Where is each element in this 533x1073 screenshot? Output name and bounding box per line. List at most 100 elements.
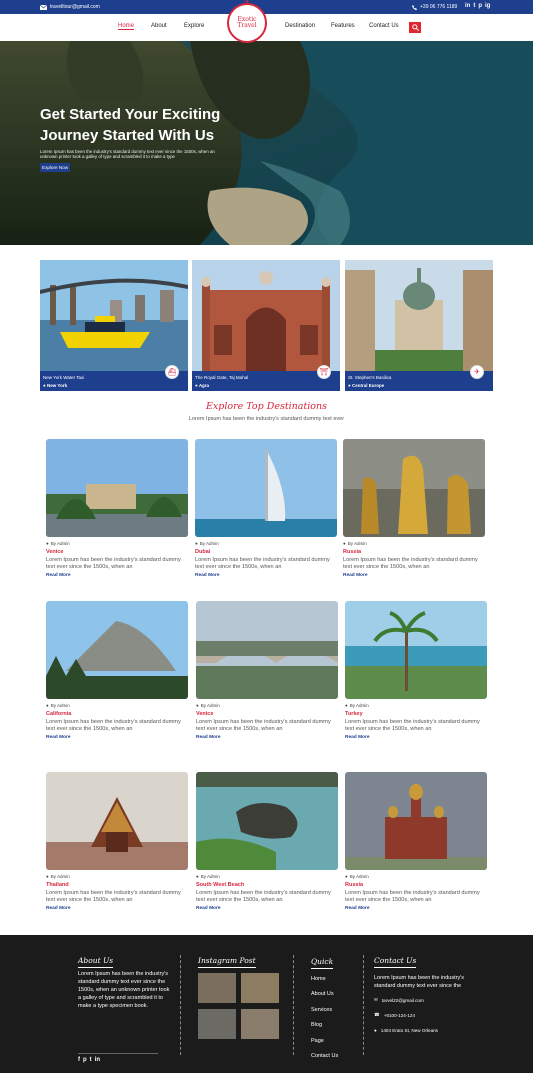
mail-icon [40, 4, 47, 10]
footer-link-page[interactable]: Page [311, 1038, 324, 1044]
destination-card[interactable]: ● By Admin Venice Lorem Ipsum has been th… [46, 439, 188, 579]
pin-icon: ● [374, 1028, 377, 1033]
water-taxi-image [40, 260, 188, 371]
footer-divider [293, 955, 294, 1055]
gate-icon: ⛩ [317, 365, 331, 379]
venice-image [46, 439, 188, 537]
card-place[interactable]: California [46, 711, 71, 717]
facebook-icon[interactable]: f [78, 1057, 80, 1063]
destination-card[interactable]: ● By Admin Turkey Lorem Ipsum has been th… [345, 601, 487, 741]
instagram-icon[interactable]: ig [485, 3, 490, 9]
california-image [46, 601, 188, 699]
featured-tile[interactable]: St. Stephen's Basilica ● Central Europe … [345, 260, 493, 391]
user-icon: ● [46, 703, 49, 708]
user-icon: ● [46, 541, 49, 546]
destination-card[interactable]: ● By Admin Russia Lorem Ipsum has been th… [345, 772, 487, 912]
destination-card[interactable]: ● By Admin Russia Lorem Ipsum has been th… [343, 439, 485, 579]
footer-link-home[interactable]: Home [311, 976, 326, 982]
pin-icon: ● [195, 383, 198, 388]
read-more-link[interactable]: Read More [345, 735, 370, 740]
footer-divider [180, 955, 181, 1055]
linkedin-icon[interactable]: in [465, 3, 470, 9]
featured-tile[interactable]: The Royal Gate, Taj Mahal ● Agra ⛩ [192, 260, 340, 391]
social-links: in t p ig [465, 3, 490, 9]
footer-instagram-title: Instagram Post [198, 956, 256, 968]
card-place[interactable]: Russia [345, 882, 363, 888]
read-more-link[interactable]: Read More [343, 573, 368, 578]
card-desc: Lorem Ipsum has been the industry's stan… [46, 719, 181, 732]
card-place[interactable]: Venice [46, 549, 63, 555]
footer-phone[interactable]: ☎ +8100-124-124 [374, 1012, 415, 1018]
top-bar: travelltour@gmail.com +39 06 776 1189 in… [0, 0, 533, 14]
card-place[interactable]: Thailand [46, 882, 69, 888]
phone-contact[interactable]: +39 06 776 1189 [412, 4, 457, 10]
read-more-link[interactable]: Read More [46, 906, 71, 911]
nav-about[interactable]: About [151, 23, 167, 29]
destination-card[interactable]: ● By Admin California Lorem Ipsum has bee… [46, 601, 188, 741]
card-place[interactable]: Russia [343, 549, 361, 555]
card-place[interactable]: Turkey [345, 711, 363, 717]
author-meta: ● By Admin [46, 541, 70, 546]
read-more-link[interactable]: Read More [195, 573, 220, 578]
hero-banner: Get Started Your Exciting Journey Starte… [0, 41, 533, 245]
nav-explore[interactable]: Explore [184, 23, 204, 29]
nav-contact[interactable]: Contact Us [369, 23, 399, 29]
instagram-thumb[interactable] [198, 973, 236, 1003]
pin-icon: ● [43, 383, 46, 388]
email-contact[interactable]: travelltour@gmail.com [40, 4, 100, 10]
footer-email[interactable]: ✉ tarvel22@gmail.com [374, 997, 424, 1003]
footer-link-about[interactable]: About Us [311, 991, 334, 997]
featured-location: ● New York [43, 383, 68, 388]
nav-destination[interactable]: Destination [285, 23, 315, 29]
phone-icon: ☎ [374, 1012, 380, 1017]
footer-contact-text: Lorem Ipsum has been the industry's stan… [374, 975, 465, 989]
footer: About Us Lorem Ipsum has been the indust… [0, 935, 533, 1073]
footer-link-services[interactable]: Services [311, 1007, 332, 1013]
user-icon: ● [46, 874, 49, 879]
plane-icon: ✈ [244, 0, 250, 6]
footer-link-contact[interactable]: Contact Us [311, 1053, 338, 1059]
hero-title: Get Started Your Exciting Journey Starte… [40, 106, 221, 144]
footer-about-text: Lorem Ipsum has been the industry's stan… [78, 971, 170, 1009]
card-place[interactable]: Venice [196, 711, 213, 717]
pinterest-icon[interactable]: p [83, 1057, 87, 1063]
card-place[interactable]: Dubai [195, 549, 210, 555]
nav-features[interactable]: Features [331, 23, 355, 29]
card-desc: Lorem Ipsum has been the industry's stan… [343, 557, 478, 570]
read-more-link[interactable]: Read More [46, 735, 71, 740]
explore-now-button[interactable]: Explore Now [40, 163, 71, 172]
card-place[interactable]: South West Beach [196, 882, 244, 888]
destination-card[interactable]: ● By Admin Thailand Lorem Ipsum has been … [46, 772, 188, 912]
read-more-link[interactable]: Read More [196, 735, 221, 740]
email-text: travelltour@gmail.com [50, 4, 100, 10]
footer-link-blog[interactable]: Blog [311, 1022, 322, 1028]
footer-social: f p t in [78, 1057, 100, 1063]
destination-card[interactable]: ● By Admin Dubai Lorem Ipsum has been the… [195, 439, 337, 579]
pinterest-icon[interactable]: p [478, 3, 482, 9]
read-more-link[interactable]: Read More [196, 906, 221, 911]
instagram-thumb[interactable] [198, 1009, 236, 1039]
featured-tile[interactable]: New York Water Taxi ● New York ⛴ [40, 260, 188, 391]
read-more-link[interactable]: Read More [345, 906, 370, 911]
card-desc: Lorem Ipsum has been the industry's stan… [345, 719, 480, 732]
destination-card[interactable]: ● By Admin South West Beach Lorem Ipsum h… [196, 772, 338, 912]
featured-title: St. Stephen's Basilica [348, 375, 392, 380]
section-title: Explore Top Destinations [205, 401, 328, 412]
twitter-icon[interactable]: t [473, 3, 475, 9]
destination-card[interactable]: ● By Admin Venice Lorem Ipsum has been th… [196, 601, 338, 741]
featured-title: The Royal Gate, Taj Mahal [195, 375, 249, 380]
read-more-link[interactable]: Read More [46, 573, 71, 578]
instagram-thumb[interactable] [241, 1009, 279, 1039]
twitter-icon[interactable]: t [90, 1057, 92, 1063]
footer-address: ● 1404 Erato St, New Orleans [374, 1028, 438, 1033]
nav-home[interactable]: Home [118, 23, 135, 30]
user-icon: ● [196, 703, 199, 708]
user-icon: ● [343, 541, 346, 546]
linkedin-icon[interactable]: in [95, 1057, 100, 1063]
search-button[interactable] [409, 22, 421, 33]
instagram-thumb[interactable] [241, 973, 279, 1003]
site-logo[interactable]: ✈ Exotic Travel [227, 0, 267, 43]
russia-statues-image [343, 439, 485, 537]
venice-bridge-image [196, 601, 338, 699]
featured-location: ● Agra [195, 383, 210, 388]
